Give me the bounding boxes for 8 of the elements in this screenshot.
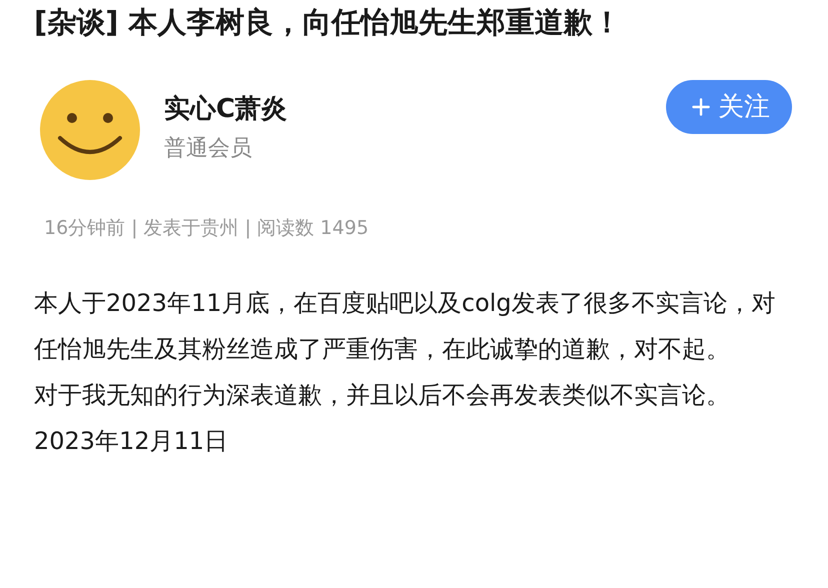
post-meta: 16分钟前 | 发表于贵州 | 阅读数 1495 bbox=[44, 216, 370, 241]
body-paragraph: 对于我无知的行为深表道歉，并且以后不会再发表类似不实言论。 bbox=[34, 380, 731, 411]
body-paragraph: 本人于2023年11月底，在百度贴吧以及colg发表了很多不实言论，对任怡旭先生及其粉丝造成了严重伤害，在此诚挚的道歉，对不起。 bbox=[34, 288, 776, 365]
body-paragraph: 2023年12月11日 bbox=[34, 426, 230, 457]
post-title: [杂谈] 本人李树良，向任怡旭先生郑重道歉！ bbox=[34, 4, 623, 41]
avatar-icon bbox=[40, 80, 140, 180]
username[interactable]: 实心C萧炎 bbox=[164, 92, 288, 126]
member-role: 普通会员 bbox=[164, 135, 253, 163]
